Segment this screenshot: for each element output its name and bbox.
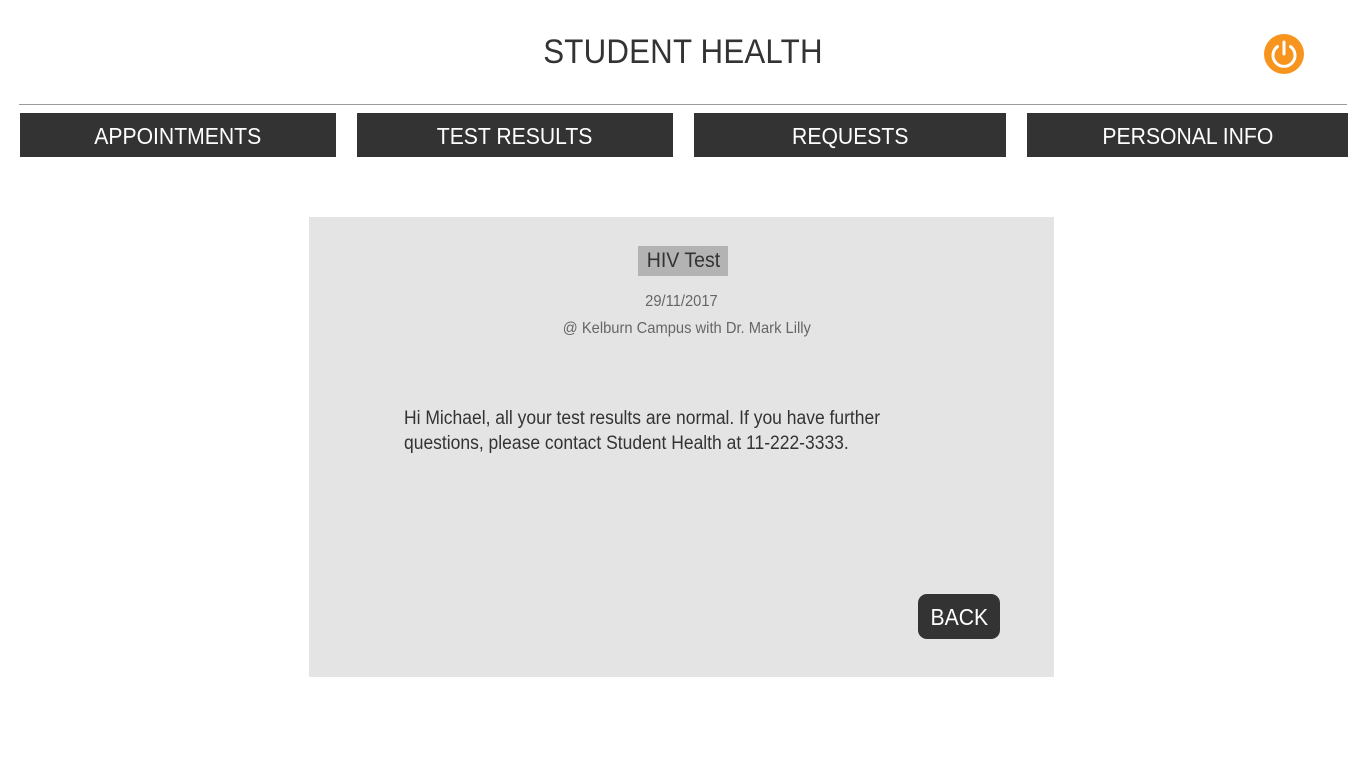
test-result-card: HIV Test 29/11/2017 @ Kelburn Campus wit…	[309, 217, 1054, 677]
test-name-badge: HIV Test	[638, 246, 728, 276]
tab-requests[interactable]: REQUESTS	[694, 113, 1006, 157]
tab-personal-info[interactable]: PERSONAL INFO	[1027, 113, 1348, 157]
tab-test-results[interactable]: TEST RESULTS	[357, 113, 673, 157]
tab-test-results-label: TEST RESULTS	[437, 123, 593, 149]
test-date-row: 29/11/2017	[309, 293, 1054, 311]
tab-personal-info-label: PERSONAL INFO	[1102, 123, 1273, 149]
student-health-page: STUDENT HEALTH APPOINTMENTS TEST RESULTS…	[0, 0, 1366, 768]
test-location: @ Kelburn Campus with Dr. Mark Lilly	[562, 320, 811, 337]
power-icon	[1271, 40, 1297, 68]
page-title: STUDENT HEALTH	[543, 33, 823, 71]
back-button-label: BACK	[930, 604, 988, 630]
result-message: Hi Michael, all your test results are no…	[404, 408, 881, 454]
header-divider	[19, 104, 1347, 105]
tab-appointments[interactable]: APPOINTMENTS	[20, 113, 336, 157]
back-button[interactable]: BACK	[918, 594, 1000, 639]
test-date: 29/11/2017	[645, 293, 718, 310]
tab-requests-label: REQUESTS	[791, 123, 909, 149]
test-location-row: @ Kelburn Campus with Dr. Mark Lilly	[309, 320, 1064, 338]
tab-appointments-label: APPOINTMENTS	[94, 123, 262, 149]
test-name: HIV Test	[646, 249, 720, 272]
logout-button[interactable]	[1264, 34, 1304, 74]
